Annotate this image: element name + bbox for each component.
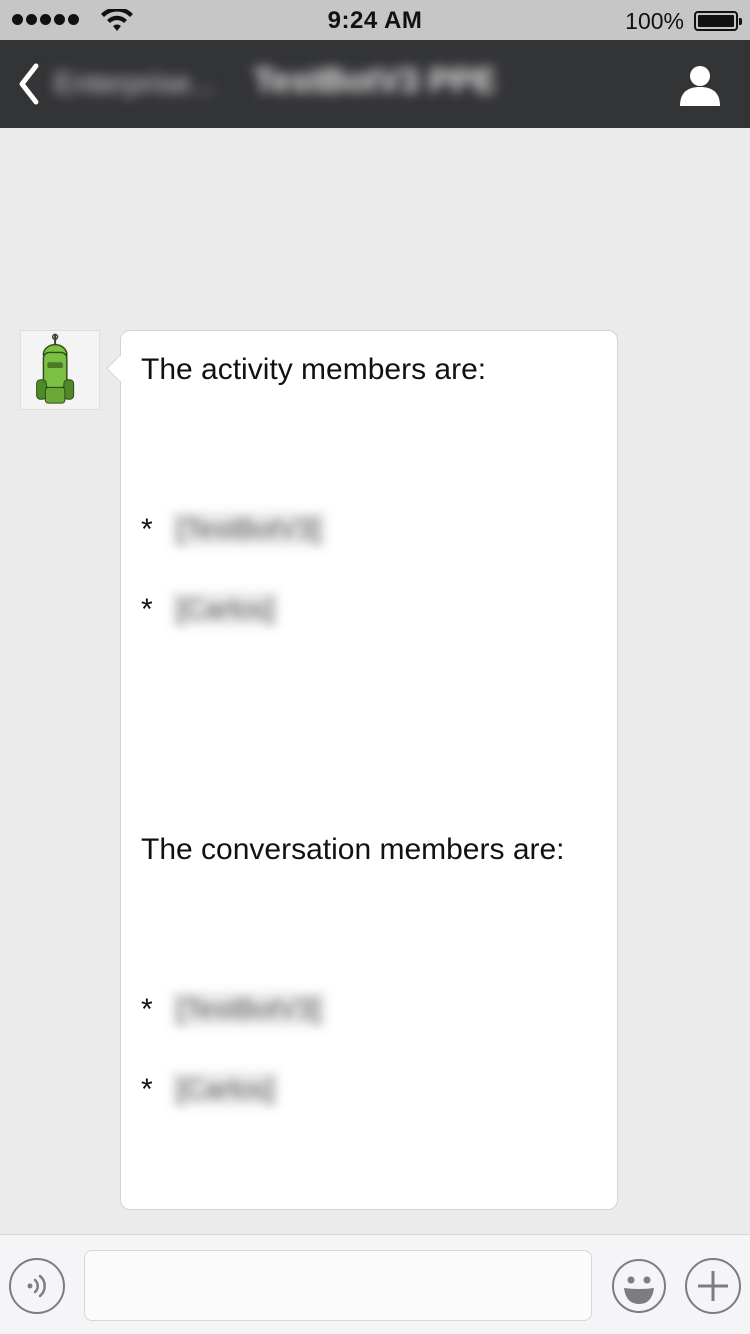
message-bubble[interactable]: The activity members are: * [TestBotV3] …	[120, 330, 618, 1210]
conversation-member-2: [Carlos]	[171, 1071, 280, 1107]
battery-percent: 100%	[625, 8, 684, 34]
chat-title: TestBotV3 PPE	[253, 62, 497, 100]
bot-avatar[interactable]	[20, 330, 100, 410]
emoji-icon[interactable]	[611, 1258, 667, 1314]
message-input[interactable]	[84, 1250, 592, 1321]
chevron-left-icon	[19, 63, 39, 105]
input-bar	[0, 1234, 750, 1334]
activity-member-2: [Carlos]	[171, 591, 280, 627]
user-profile-icon[interactable]	[678, 64, 722, 106]
bullet: *	[141, 993, 153, 1026]
status-bar: 9:24 AM 100%	[0, 0, 750, 40]
voice-button[interactable]	[9, 1258, 65, 1314]
bullet: *	[141, 1073, 153, 1106]
activity-member-1: [TestBotV3]	[171, 511, 327, 547]
conversation-members-heading: The conversation members are:	[141, 833, 565, 866]
bullet: *	[141, 593, 153, 626]
activity-members-heading: The activity members are:	[141, 353, 487, 386]
plus-button[interactable]	[685, 1258, 741, 1314]
bullet: *	[141, 513, 153, 546]
conversation-member-1: [TestBotV3]	[171, 991, 327, 1027]
battery-icon	[694, 11, 742, 31]
robot-avatar-icon	[36, 333, 75, 404]
nav-bar: Enterprise... TestBotV3 PPE	[0, 40, 750, 128]
voice-icon	[27, 1274, 46, 1298]
